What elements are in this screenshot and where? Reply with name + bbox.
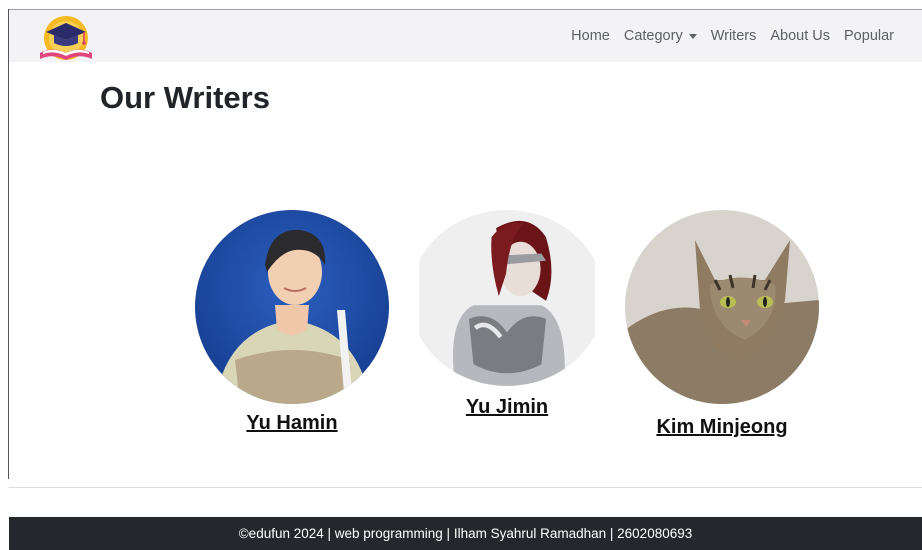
brand-logo[interactable] (35, 13, 97, 63)
writer-avatar-image[interactable] (195, 210, 389, 404)
content-divider (9, 487, 922, 488)
nav-writers-link[interactable]: Writers (711, 28, 757, 44)
writer-avatar-image[interactable] (410, 210, 604, 386)
navbar: Home Category Writers About Us Popular (9, 10, 922, 62)
writer-name-link[interactable]: Yu Hamin (246, 412, 337, 435)
nav-about-us-link[interactable]: About Us (770, 28, 830, 44)
nav-links: Home Category Writers About Us Popular (571, 10, 894, 62)
writer-card-kim-minjeong[interactable]: Kim Minjeong (625, 210, 819, 439)
nav-category-dropdown[interactable]: Category (624, 28, 697, 44)
footer-text: ©edufun 2024 | web programming | Ilham S… (238, 526, 693, 541)
graduation-cap-book-icon (40, 16, 92, 60)
page-title: Our Writers (100, 80, 270, 115)
writer-card-yu-jimin[interactable]: Yu Jimin (410, 210, 604, 419)
window-left-border (8, 9, 9, 479)
writer-name-link[interactable]: Kim Minjeong (656, 416, 787, 439)
nav-popular-link[interactable]: Popular (844, 28, 894, 44)
writer-name-link[interactable]: Yu Jimin (466, 396, 548, 419)
footer: ©edufun 2024 | web programming | Ilham S… (9, 517, 922, 550)
caret-down-icon (688, 33, 697, 39)
nav-home-link[interactable]: Home (571, 28, 610, 44)
nav-category-label: Category (623, 28, 683, 44)
writer-card-yu-hamin[interactable]: Yu Hamin (195, 210, 389, 435)
writer-avatar-image[interactable] (625, 210, 819, 404)
